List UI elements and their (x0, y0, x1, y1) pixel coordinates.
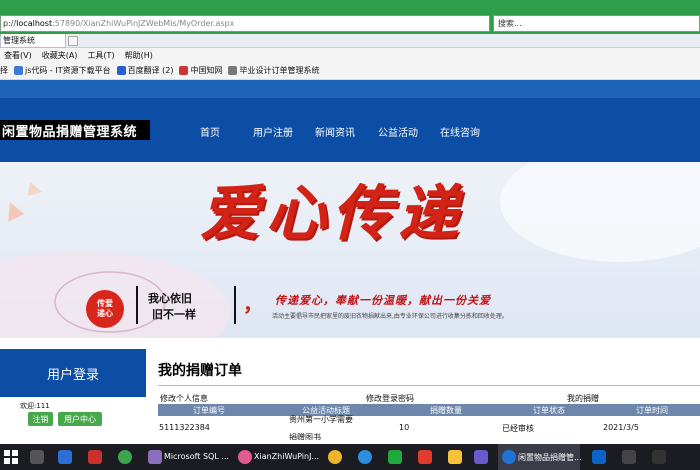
browser-tab[interactable]: 管理系统 (0, 34, 66, 48)
sql-server-icon[interactable] (148, 450, 162, 464)
browser-tab-title: 管理系统 (3, 36, 35, 45)
folder-icon[interactable] (448, 450, 462, 464)
table-cell: 已经审核 (502, 424, 534, 433)
banner-headline: 爱心传递 (200, 179, 464, 249)
taskbar-app-label[interactable]: Microsoft SQL ... (164, 452, 229, 462)
table-cell: 2021/3/5 (603, 423, 639, 432)
page-icon (14, 66, 23, 75)
menu-help[interactable]: 帮助(H) (125, 50, 153, 61)
divider (158, 385, 700, 386)
app-icon[interactable] (652, 450, 666, 464)
column-header: 捐赠数量 (430, 406, 462, 415)
site-title: 闲置物品捐赠管理系统 (0, 120, 150, 140)
ie-icon[interactable] (502, 450, 516, 464)
app-icon[interactable] (358, 450, 372, 464)
logout-button[interactable]: 注销 (28, 412, 53, 426)
banner-box-line1: 我心依旧 (148, 292, 192, 305)
address-prefix: p:// (3, 19, 17, 28)
nav-charity[interactable]: 公益活动 (378, 124, 418, 139)
window-title-strip (0, 0, 700, 12)
search-input[interactable]: 搜索... (493, 15, 700, 32)
app-icon[interactable] (418, 450, 432, 464)
table-header (158, 404, 700, 416)
favorite-item[interactable]: 百度翻译 (2) (116, 65, 173, 76)
table-cell: 捐赠图书 (289, 433, 321, 440)
task-view-icon[interactable] (30, 450, 44, 464)
windows-start-icon[interactable] (4, 450, 18, 464)
favorite-item[interactable]: 择 (0, 65, 8, 76)
nav-news[interactable]: 新闻资讯 (315, 124, 355, 139)
tab-strip (0, 34, 700, 48)
app-icon[interactable] (88, 450, 102, 464)
favorite-item[interactable]: 中国知网 (179, 65, 222, 76)
column-header: 订单编号 (193, 406, 225, 415)
welcome-text: 欢迎:111 (20, 402, 50, 410)
menu-tools[interactable]: 工具(T) (87, 50, 114, 61)
login-title: 用户登录 (0, 349, 146, 397)
column-header: 订单时间 (636, 406, 668, 415)
new-tab-button[interactable] (68, 36, 78, 46)
banner-slogan: 传递爱心，奉献一份温暖，献出一份关爱 (275, 294, 491, 307)
nav-home[interactable]: 首页 (200, 124, 220, 139)
address-host: localhost (16, 19, 53, 28)
app-icon[interactable] (622, 450, 636, 464)
nav-consult[interactable]: 在线咨询 (440, 124, 480, 139)
nav-register[interactable]: 用户注册 (253, 124, 293, 139)
app-icon[interactable] (58, 450, 72, 464)
search-placeholder: 搜索... (498, 19, 522, 28)
page-icon (179, 66, 189, 75)
user-center-button[interactable]: 用户中心 (58, 412, 102, 426)
table-cell: 5111322384 (159, 423, 210, 432)
app-icon[interactable] (118, 450, 132, 464)
favorite-item[interactable]: js代码 - IT资源下载平台 (14, 65, 111, 76)
app-icon[interactable] (592, 450, 606, 464)
banner-box: 我心依旧 旧不一样 (136, 286, 236, 324)
table-cell: 贵州第一小学需要 (289, 415, 353, 424)
app-icon[interactable] (238, 450, 252, 464)
banner-badge: 传爱 递心 (86, 290, 124, 328)
page-title: 我的捐赠订单 (158, 363, 242, 379)
taskbar-app-label[interactable]: 闲置物品捐赠管... (518, 452, 582, 462)
menu-favorites[interactable]: 收藏夹(A) (42, 50, 78, 61)
table-cell: 10 (399, 423, 410, 432)
favorites-bar: 择 js代码 - IT资源下载平台 百度翻译 (2) 中国知网 毕业设计订单管理… (0, 62, 700, 80)
page-icon (116, 66, 126, 75)
banner-box-line2: 旧不一样 (152, 308, 196, 321)
favorite-item[interactable]: 毕业设计订单管理系统 (228, 65, 319, 76)
app-icon[interactable] (474, 450, 488, 464)
menu-bar: 查看(V) 收藏夹(A) 工具(T) 帮助(H) (0, 48, 700, 62)
taskbar-app-label[interactable]: XianZhiWuPinJ... (254, 452, 319, 462)
menu-view[interactable]: 查看(V) (4, 50, 32, 61)
address-bar[interactable]: p://localhost:57890/XianZhiWuPinJZWebMis… (0, 15, 490, 32)
address-path: :57890/XianZhiWuPinJZWebMis/MyOrder.aspx (52, 19, 235, 28)
tab-my-donations[interactable]: 我的捐赠 (567, 393, 599, 403)
page-icon (228, 66, 238, 75)
tab-change-password[interactable]: 修改登录密码 (366, 393, 414, 403)
wechat-icon[interactable] (388, 450, 402, 464)
tab-edit-profile[interactable]: 修改个人信息 (160, 393, 208, 403)
app-icon[interactable] (328, 450, 342, 464)
banner-subtext: 活动主要倡导市民把家里的废旧衣物捐献出来,由专业环保公司进行收集分拣和回收处理。 (272, 313, 508, 320)
column-header: 订单状态 (533, 406, 565, 415)
site-top-bar (0, 80, 700, 98)
banner-comma: ， (243, 292, 263, 316)
